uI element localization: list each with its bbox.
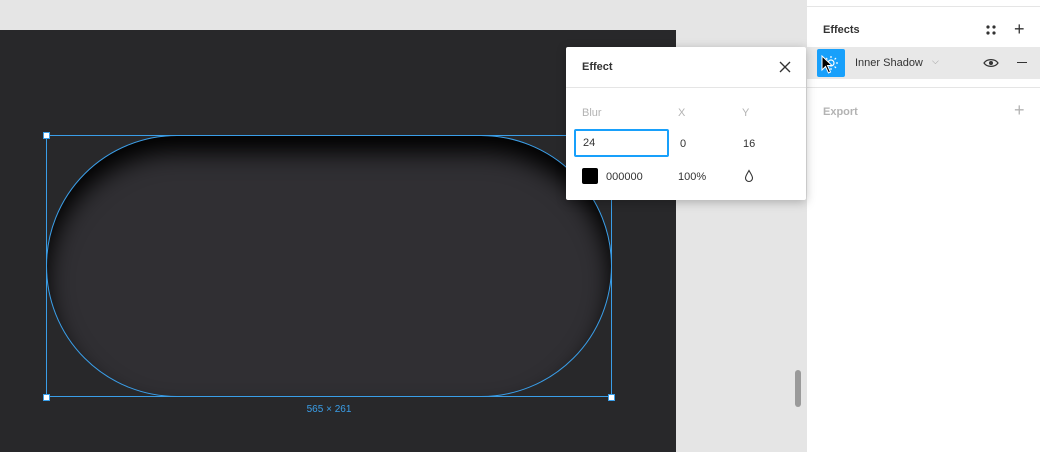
drop-icon[interactable]	[744, 169, 754, 183]
remove-effect-button[interactable]	[1017, 62, 1027, 63]
effect-settings-button[interactable]	[817, 49, 845, 77]
effect-popup: Effect Blur X Y 0 16 000000 100%	[566, 47, 806, 200]
shadow-opacity[interactable]: 100%	[678, 171, 706, 183]
effect-row-inner-shadow[interactable]: Inner Shadow ⌵	[807, 47, 1040, 79]
effect-type-label[interactable]: Inner Shadow	[855, 57, 923, 69]
resize-handle-top-left[interactable]	[43, 132, 50, 139]
blur-label: Blur	[582, 107, 602, 119]
shadow-color-swatch[interactable]	[582, 168, 598, 184]
properties-panel: Effects + Inner Shadow ⌵ Export +	[806, 0, 1040, 452]
resize-handle-bottom-left[interactable]	[43, 394, 50, 401]
panel-divider	[807, 87, 1040, 88]
x-label: X	[678, 107, 686, 119]
effects-section-title: Effects	[823, 24, 860, 36]
close-icon[interactable]	[778, 60, 792, 74]
popup-divider	[566, 87, 806, 88]
y-offset-field[interactable]: 16	[743, 138, 755, 150]
styles-grid-icon[interactable]	[985, 24, 997, 36]
eye-icon[interactable]	[983, 56, 999, 70]
popup-title: Effect	[582, 61, 613, 73]
cursor-icon	[821, 55, 834, 74]
add-export-button[interactable]: +	[1014, 101, 1025, 119]
y-label: Y	[742, 107, 750, 119]
x-offset-field[interactable]: 0	[680, 138, 686, 150]
export-section-title: Export	[823, 106, 858, 118]
resize-handle-bottom-right[interactable]	[608, 394, 615, 401]
add-effect-button[interactable]: +	[1014, 20, 1025, 38]
chevron-down-icon[interactable]: ⌵	[932, 56, 939, 67]
selection-dimensions: 565 × 261	[306, 404, 352, 415]
blur-input[interactable]	[574, 129, 669, 157]
shadow-color-hex[interactable]: 000000	[606, 171, 643, 183]
panel-divider	[807, 6, 1040, 7]
selection-box	[46, 135, 612, 397]
vertical-scrollbar[interactable]	[795, 370, 801, 407]
